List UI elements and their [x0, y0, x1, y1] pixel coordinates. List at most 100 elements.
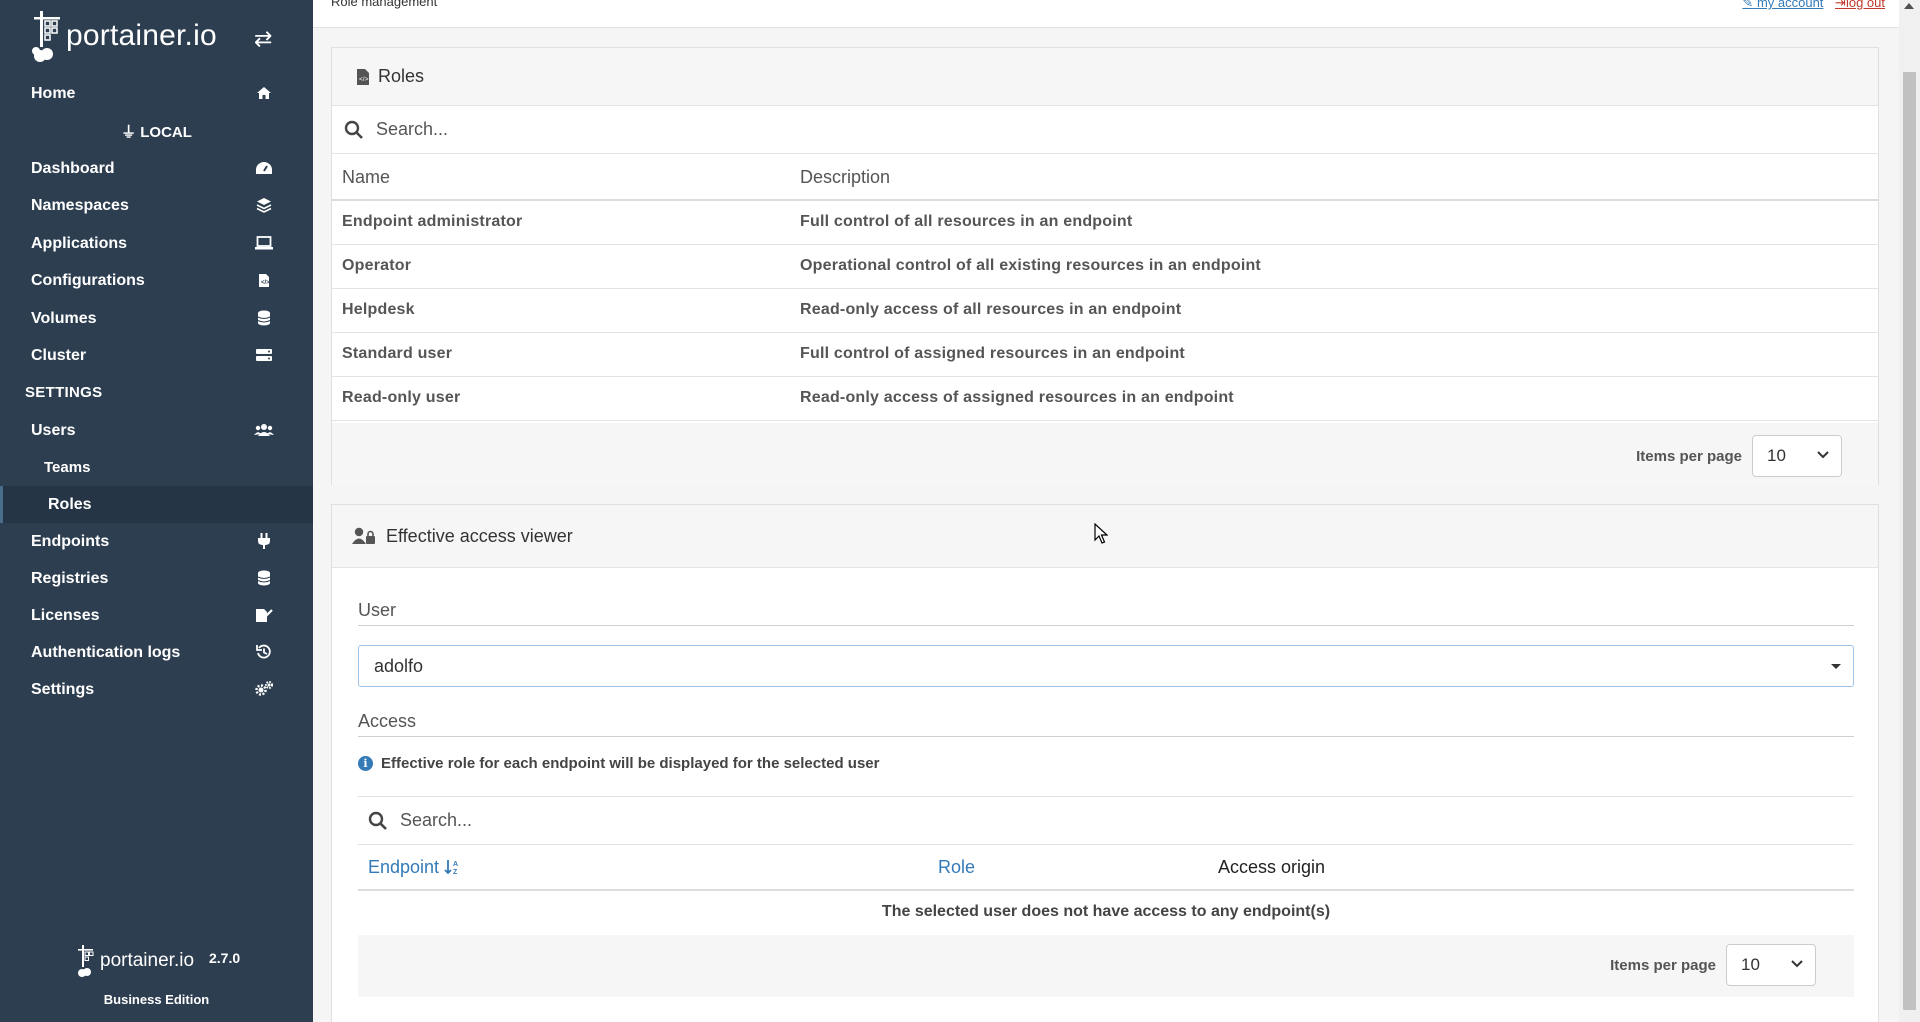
- access-table-header: Endpoint AZ Role Access origin: [358, 845, 1854, 891]
- roles-panel-title: Roles: [378, 66, 425, 86]
- roles-search-input[interactable]: [376, 119, 1757, 140]
- scrollbar-thumb[interactable]: [1903, 72, 1916, 1010]
- column-header-access-origin: Access origin: [1218, 857, 1326, 877]
- version-number: 2.7.0: [209, 950, 241, 966]
- empty-table-message: The selected user does not have access t…: [881, 903, 1331, 920]
- roles-table: Name Description Endpoint administrator …: [332, 155, 1878, 421]
- effective-access-panel: Effective access viewer User adolfo Acce…: [331, 504, 1879, 1022]
- brand-name: portainer.io: [66, 19, 217, 52]
- sidebar-item-licenses[interactable]: Licenses: [0, 597, 313, 634]
- role-name: Standard user: [332, 332, 790, 377]
- svg-text:A: A: [453, 861, 458, 868]
- role-description: Operational control of all existing reso…: [790, 244, 1878, 289]
- sidebar-item-home[interactable]: Home: [0, 75, 313, 112]
- database-icon: [254, 568, 274, 588]
- sidebar-item-label: Users: [31, 421, 76, 439]
- sidebar-item-label: Roles: [48, 495, 92, 513]
- items-per-page-select[interactable]: 10: [1752, 435, 1842, 477]
- search-icon: [344, 120, 363, 139]
- sidebar-item-label: Home: [31, 84, 76, 102]
- column-header-role[interactable]: Role: [938, 857, 975, 878]
- portainer-logo-icon: [78, 945, 94, 977]
- table-row: Operator Operational control of all exis…: [332, 244, 1878, 289]
- user-select[interactable]: adolfo: [358, 645, 1854, 687]
- sidebar-item-authentication-logs[interactable]: Authentication logs: [0, 634, 313, 671]
- role-description: Full control of assigned resources in an…: [790, 332, 1878, 377]
- footer-brand: portainer.io: [76, 944, 194, 978]
- table-row: Helpdesk Read-only access of all resourc…: [332, 288, 1878, 333]
- table-row: Read-only user Read-only access of assig…: [332, 376, 1878, 421]
- role-name: Helpdesk: [332, 288, 790, 333]
- cogs-icon: [254, 679, 274, 699]
- sidebar-item-roles[interactable]: Roles: [0, 486, 313, 523]
- selected-user: adolfo: [374, 655, 424, 676]
- log-out-link[interactable]: ⇥log out: [1835, 0, 1885, 10]
- chevron-down-icon: [1817, 448, 1829, 462]
- roles-panel-header: </> Roles: [332, 48, 1878, 106]
- role-description: Full control of all resources in an endp…: [790, 200, 1878, 245]
- role-name: Endpoint administrator: [332, 200, 790, 245]
- column-header-name[interactable]: Name: [332, 155, 790, 201]
- file-code-icon: </>: [357, 68, 369, 85]
- users-icon: [254, 420, 274, 440]
- sidebar-item-registries[interactable]: Registries: [0, 560, 313, 597]
- scroll-up-arrow-icon[interactable]: [1904, 3, 1914, 9]
- sidebar-item-label: Teams: [44, 459, 91, 476]
- server-icon: [254, 345, 274, 365]
- settings-heading: SETTINGS: [25, 384, 103, 401]
- exchange-icon[interactable]: ⇄: [254, 26, 272, 52]
- brand-logo[interactable]: portainer.io: [30, 8, 217, 64]
- sign-out-icon: ⇥: [1835, 0, 1846, 10]
- my-account-link[interactable]: ✎ my account: [1742, 0, 1823, 10]
- sidebar-item-dashboard[interactable]: Dashboard: [0, 150, 313, 187]
- access-table: Endpoint AZ Role Access origin The selec…: [358, 845, 1854, 1022]
- plug-icon: [254, 531, 274, 551]
- mouse-cursor-icon: [1094, 523, 1108, 544]
- role-description: Read-only access of assigned resources i…: [790, 376, 1878, 421]
- sidebar-item-namespaces[interactable]: Namespaces: [0, 187, 313, 224]
- sidebar-item-settings[interactable]: Settings: [0, 671, 313, 708]
- sidebar-item-endpoints[interactable]: Endpoints: [0, 523, 313, 560]
- chevron-down-icon: [1791, 957, 1803, 971]
- sidebar-item-label: Licenses: [31, 606, 100, 624]
- sidebar-item-label: Configurations: [31, 271, 145, 289]
- edition-label: Business Edition: [103, 992, 210, 1007]
- user-links: ✎ my account ⇥log out: [1734, 0, 1885, 11]
- sidebar-item-applications[interactable]: Applications: [0, 225, 313, 262]
- sidebar-footer: portainer.io 2.7.0 Business Edition: [0, 932, 313, 1022]
- access-pagination: Items per page 10: [1610, 944, 1816, 986]
- wrench-icon: ✎: [1742, 0, 1754, 10]
- column-header-description[interactable]: Description: [790, 155, 1878, 201]
- sidebar-item-cluster[interactable]: Cluster: [0, 337, 313, 374]
- history-icon: [254, 642, 274, 662]
- info-text: Effective role for each endpoint will be…: [381, 755, 880, 772]
- role-name: Read-only user: [332, 376, 790, 421]
- roles-search-bar: [332, 106, 1878, 154]
- access-search-input[interactable]: [400, 810, 1738, 831]
- role-description: Read-only access of all resources in an …: [790, 288, 1878, 333]
- sidebar-item-label: Registries: [31, 569, 109, 587]
- roles-pagination: Items per page 10: [1636, 435, 1842, 477]
- column-header-endpoint[interactable]: Endpoint AZ: [368, 857, 462, 878]
- role-name: Operator: [332, 244, 790, 289]
- sidebar-item-label: Applications: [31, 234, 128, 252]
- sidebar-item-volumes[interactable]: Volumes: [0, 300, 313, 337]
- sidebar-item-users[interactable]: Users: [0, 412, 313, 449]
- sidebar-item-teams[interactable]: Teams: [0, 449, 313, 486]
- database-icon: [254, 308, 274, 328]
- sidebar-item-configurations[interactable]: Configurations </>: [0, 262, 313, 299]
- sidebar-item-label: Dashboard: [31, 159, 115, 177]
- page-scrollbar[interactable]: [1899, 0, 1920, 1022]
- roles-panel: </> Roles Name Description Endpoint admi…: [331, 47, 1879, 485]
- sort-alpha-icon: AZ: [444, 860, 458, 876]
- footer-brand-name: portainer.io: [100, 950, 195, 971]
- laptop-code-icon: [254, 233, 274, 253]
- items-per-page-select[interactable]: 10: [1726, 944, 1816, 986]
- table-row: Endpoint administrator Full control of a…: [332, 200, 1878, 245]
- breadcrumb: Role management: [331, 0, 438, 9]
- sidebar-item-label: Authentication logs: [31, 643, 181, 661]
- user-section-label: User: [358, 600, 397, 620]
- divider: [358, 625, 1854, 626]
- sidebar-item-label: Namespaces: [31, 196, 129, 214]
- home-icon: [254, 83, 274, 103]
